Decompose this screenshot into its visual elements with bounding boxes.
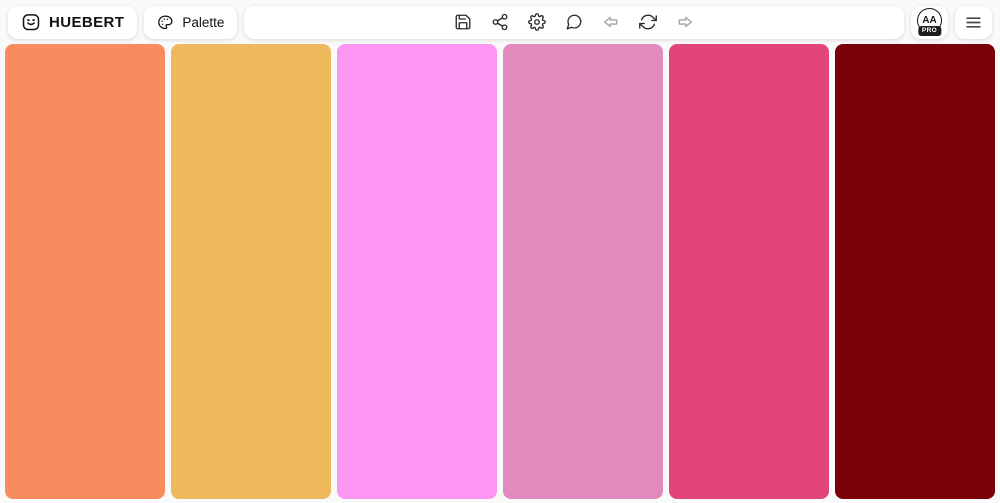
palette-icon [157,14,174,31]
menu-button[interactable] [955,5,992,39]
color-swatch-4[interactable] [503,44,663,499]
save-icon [454,13,472,31]
color-swatch-6[interactable] [835,44,995,499]
save-button[interactable] [454,13,472,31]
palette-button-label: Palette [182,14,225,30]
color-swatch-5[interactable] [669,44,829,499]
smiley-face-icon [21,12,41,32]
palette-button[interactable]: Palette [144,5,238,39]
color-swatch-2[interactable] [171,44,331,499]
color-swatch-1[interactable] [5,44,165,499]
redo-button[interactable] [676,13,694,31]
arrow-left-icon [602,13,620,31]
arrow-right-icon [676,13,694,31]
actions-toolbar [244,5,904,39]
share-icon [491,13,509,31]
chat-bubble-icon [565,13,583,31]
feedback-button[interactable] [565,13,583,31]
regenerate-button[interactable] [639,13,658,31]
gear-icon [528,13,547,31]
palette-swatches [0,40,1000,499]
settings-button[interactable] [528,13,547,31]
contrast-checker-pro-button[interactable]: AA PRO [911,5,948,39]
refresh-icon [639,13,658,31]
share-button[interactable] [491,13,509,31]
color-swatch-3[interactable] [337,44,497,499]
pro-badge: PRO [917,26,942,36]
logo-label: HUEBERT [49,13,125,31]
top-toolbar: HUEBERT Palette AA PRO [0,0,1000,40]
hamburger-icon [964,13,983,32]
undo-button[interactable] [602,13,620,31]
huebert-logo-button[interactable]: HUEBERT [8,5,138,39]
